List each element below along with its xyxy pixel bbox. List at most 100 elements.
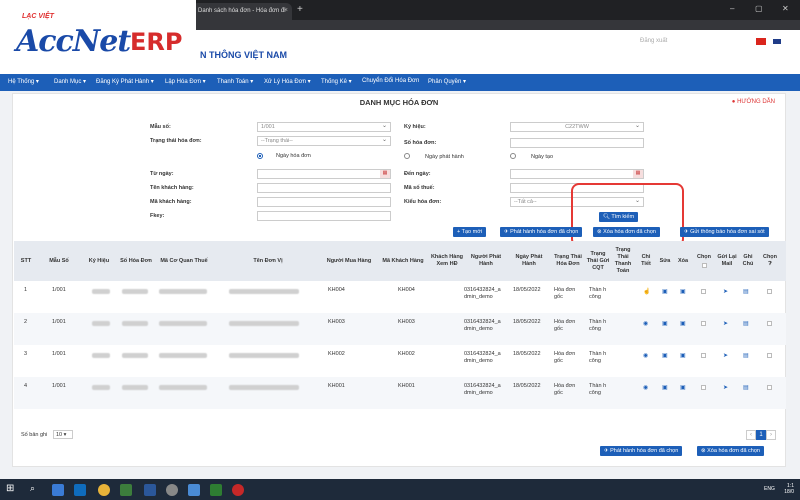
row-checkbox[interactable] xyxy=(701,353,706,358)
trang-thai-select[interactable]: --Trạng thái-- xyxy=(257,136,391,146)
note-icon[interactable]: ▤ xyxy=(743,384,749,391)
cell-tt-hd: Hóa đơn gốc xyxy=(554,351,576,364)
send-mail-icon[interactable]: ➤ xyxy=(723,352,728,359)
row-checkbox-2[interactable] xyxy=(767,385,772,390)
note-icon[interactable]: ▤ xyxy=(743,320,749,327)
windows-start-icon[interactable]: ⊞ xyxy=(6,483,14,494)
app-icon-2[interactable] xyxy=(166,484,178,496)
search-icon[interactable]: ⌕ xyxy=(30,483,35,494)
page-title: DANH MỤC HÓA ĐƠN xyxy=(359,98,439,107)
mau-so-select[interactable]: 1/001 xyxy=(257,122,391,132)
help-link[interactable]: ● HƯỚNG DẪN xyxy=(732,99,775,105)
language-indicator[interactable]: ENG xyxy=(764,486,775,492)
fkey-input[interactable] xyxy=(257,211,391,221)
minimize-button[interactable]: – xyxy=(730,4,734,13)
radio-ngay-phat-hanh[interactable] xyxy=(404,153,410,159)
row-checkbox[interactable] xyxy=(701,321,706,326)
chrome-icon[interactable] xyxy=(98,484,110,496)
th-ma-cqt: Mã Cơ Quan Thuế xyxy=(160,257,208,264)
ma-kh-input[interactable] xyxy=(257,197,391,207)
note-icon[interactable]: ▤ xyxy=(743,288,749,295)
delete-icon[interactable]: ▣ xyxy=(680,320,686,327)
nav-lap-hoa-don[interactable]: Lập Hóa Đơn ▾ xyxy=(165,78,206,85)
cursor-icon: ☝ xyxy=(643,289,651,295)
send-mail-icon[interactable]: ➤ xyxy=(723,288,728,295)
app-icon-4[interactable] xyxy=(210,484,222,496)
view-icon[interactable]: ◉ xyxy=(643,384,648,391)
tab-close-icon[interactable]: × xyxy=(284,7,288,14)
publish-selected-button[interactable]: ✈ Phát hành hóa đơn đã chọn xyxy=(500,227,583,237)
send-mail-icon[interactable]: ➤ xyxy=(723,320,728,327)
nav-he-thong[interactable]: Hệ Thống ▾ xyxy=(8,78,39,85)
nav-dang-ky-phat-hanh[interactable]: Đăng Ký Phát Hành ▾ xyxy=(96,78,154,85)
view-icon[interactable]: ◉ xyxy=(643,320,648,327)
blurred-ma-cqt xyxy=(159,321,207,326)
help-label: HƯỚNG DẪN xyxy=(737,99,775,105)
nav-chuyen-doi[interactable]: Chuyển Đổi Hóa Đơn xyxy=(362,78,419,84)
cell-nguoi-ph: 0316432824_a dmin_demo xyxy=(464,287,501,300)
clock-date: 18/0 xyxy=(784,489,794,495)
delete-icon[interactable]: ▣ xyxy=(680,288,686,295)
store-icon[interactable] xyxy=(74,484,86,496)
cell-ma-kh: KH004 xyxy=(398,287,415,293)
app-icon-3[interactable] xyxy=(188,484,200,496)
th-nguoi-mua: Người Mua Hàng xyxy=(326,257,372,264)
delete-selected-button[interactable]: ⊗ Xóa hóa đơn đã chọn xyxy=(593,227,660,237)
nav-danh-muc[interactable]: Danh Mục ▾ xyxy=(54,78,86,85)
app-icon[interactable] xyxy=(120,484,132,496)
edit-icon[interactable]: ▣ xyxy=(662,320,668,327)
calendar-icon[interactable]: ▦ xyxy=(380,170,390,178)
row-checkbox[interactable] xyxy=(701,289,706,294)
page-next-button[interactable]: › xyxy=(766,430,776,440)
system-clock[interactable]: 1:1 18/0 xyxy=(784,483,794,495)
word-icon[interactable] xyxy=(144,484,156,496)
question-icon[interactable]: ❓︎ xyxy=(763,261,777,268)
ky-hieu-select[interactable]: C22TWW xyxy=(510,122,644,132)
page-prev-button[interactable]: ‹ xyxy=(746,430,756,440)
note-icon[interactable]: ▤ xyxy=(743,352,749,359)
edit-icon[interactable]: ▣ xyxy=(662,288,668,295)
nav-phan-quyen[interactable]: Phân Quyền ▾ xyxy=(428,78,466,85)
delete-icon[interactable]: ▣ xyxy=(680,352,686,359)
uk-flag-icon[interactable] xyxy=(772,38,782,45)
row-checkbox-2[interactable] xyxy=(767,353,772,358)
logout-link[interactable]: Đăng xuất xyxy=(640,38,667,44)
nav-xu-ly-hoa-don[interactable]: Xử Lý Hóa Đơn ▾ xyxy=(264,78,311,85)
th-tt-cqt: Trạng Thái Gửi CQT xyxy=(586,250,610,271)
publish-selected-bottom-button[interactable]: ✈ Phát hành hóa đơn đã chọn xyxy=(600,446,683,456)
blurred-so-hd xyxy=(122,385,148,390)
ten-kh-input[interactable] xyxy=(257,183,391,193)
radio-ngay-tao[interactable] xyxy=(510,153,516,159)
page-1-button[interactable]: 1 xyxy=(756,430,766,440)
delete-icon[interactable]: ▣ xyxy=(680,384,686,391)
send-mail-icon[interactable]: ➤ xyxy=(723,384,728,391)
page-size-select[interactable]: 10 ▾ xyxy=(53,430,73,439)
delete-selected-bottom-button[interactable]: ⊗ Xóa hóa đơn đã chọn xyxy=(697,446,764,456)
cell-nguoi-mua: KH001 xyxy=(328,383,345,389)
edit-icon[interactable]: ▣ xyxy=(662,384,668,391)
row-checkbox-2[interactable] xyxy=(767,321,772,326)
nav-thong-ke[interactable]: Thống Kê ▾ xyxy=(321,78,352,85)
tu-ngay-input[interactable]: ▦ xyxy=(257,169,391,179)
view-icon[interactable]: ◉ xyxy=(643,352,648,359)
close-window-button[interactable]: ✕ xyxy=(782,4,789,13)
den-ngay-input[interactable]: ▦ xyxy=(510,169,644,179)
so-hd-input[interactable] xyxy=(510,138,644,148)
send-error-button[interactable]: ✈ Gửi thông báo hóa đơn sai sót xyxy=(680,227,769,237)
edge-icon[interactable] xyxy=(52,484,64,496)
row-checkbox-2[interactable] xyxy=(767,289,772,294)
maximize-button[interactable]: ▢ xyxy=(755,4,763,13)
edit-icon[interactable]: ▣ xyxy=(662,352,668,359)
calendar-icon[interactable]: ▦ xyxy=(633,170,643,178)
th-chon-label: Chọn xyxy=(696,254,712,260)
nav-thanh-toan[interactable]: Thanh Toán ▾ xyxy=(217,78,253,85)
new-tab-button[interactable]: + xyxy=(297,4,303,15)
create-button[interactable]: + Tạo mới xyxy=(453,227,487,237)
row-checkbox[interactable] xyxy=(701,385,706,390)
radio-ngay-hoa-don[interactable] xyxy=(257,153,263,159)
vietnam-flag-icon[interactable] xyxy=(756,38,766,45)
select-all-checkbox[interactable] xyxy=(701,263,707,268)
record-icon[interactable] xyxy=(232,484,244,496)
browser-tab[interactable]: Danh sách hóa đơn - Hóa đơn đi × xyxy=(192,3,292,20)
blurred-so-hd xyxy=(122,321,148,326)
